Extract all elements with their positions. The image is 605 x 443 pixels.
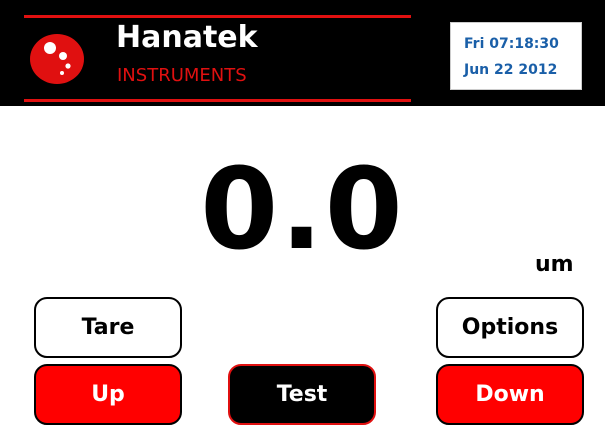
brand-name: Hanatek	[116, 20, 258, 55]
datetime-display: Fri 07:18:30 Jun 22 2012	[450, 22, 582, 90]
down-button[interactable]: Down	[436, 364, 584, 425]
up-button[interactable]: Up	[34, 364, 182, 425]
header-bottom-rule	[24, 99, 411, 102]
measurement-unit: um	[535, 252, 574, 277]
hanatek-logo-icon	[30, 34, 84, 84]
header-bar: Hanatek INSTRUMENTS Fri 07:18:30 Jun 22 …	[0, 0, 605, 106]
tare-button[interactable]: Tare	[34, 297, 182, 358]
options-button[interactable]: Options	[436, 297, 584, 358]
test-button[interactable]: Test	[228, 364, 376, 425]
brand-subtitle: INSTRUMENTS	[117, 65, 247, 86]
measurement-reading: 0.0	[200, 145, 405, 275]
datetime-date: Jun 22 2012	[464, 62, 558, 78]
datetime-time: Fri 07:18:30	[464, 36, 559, 52]
